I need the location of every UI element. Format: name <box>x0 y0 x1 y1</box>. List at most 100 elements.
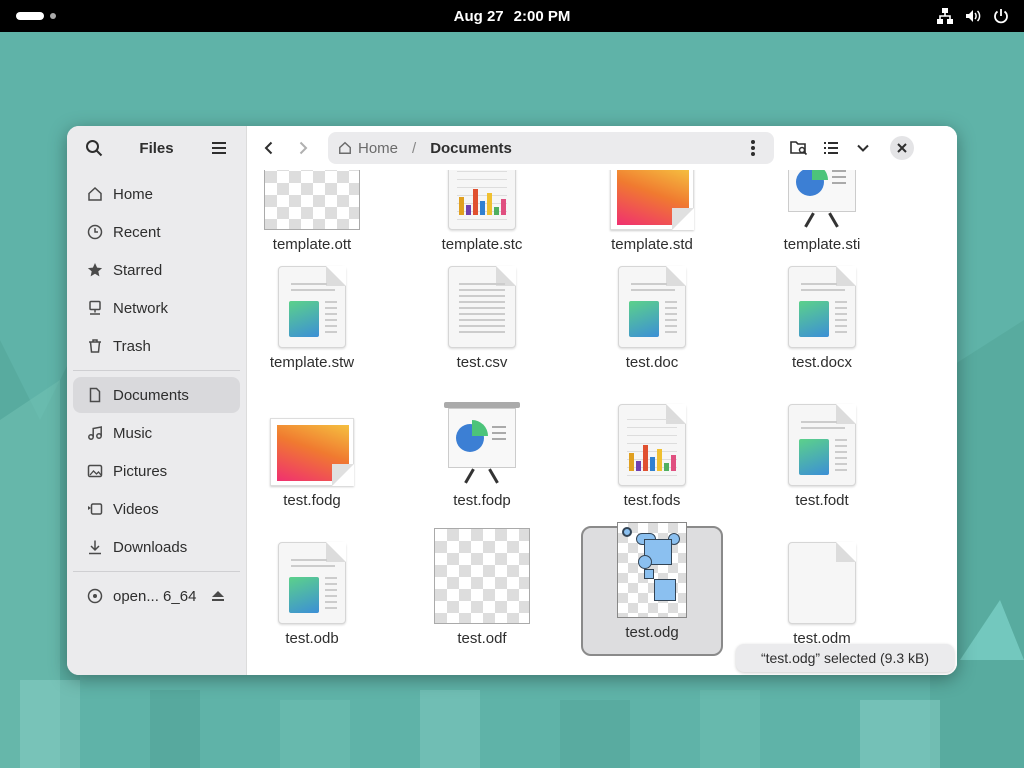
video-icon <box>87 501 103 517</box>
main-menu-button[interactable] <box>204 133 234 163</box>
file-name: test.odg <box>625 624 679 641</box>
view-list-button[interactable] <box>816 133 846 163</box>
home-icon <box>339 141 351 154</box>
close-button[interactable] <box>890 136 914 160</box>
view-options-button[interactable] <box>848 133 878 163</box>
sidebar-item-recent[interactable]: Recent <box>73 214 240 250</box>
file-name: test.fodg <box>283 492 341 509</box>
file-name: template.stc <box>441 236 523 253</box>
sidebar-item-documents[interactable]: Documents <box>73 377 240 413</box>
sidebar-item-label: Network <box>113 299 169 317</box>
file-thumbnail <box>772 534 872 624</box>
breadcrumb-current[interactable]: Documents <box>430 140 512 157</box>
file-name: test.docx <box>791 354 853 371</box>
file-item[interactable]: test.odb <box>248 534 383 664</box>
file-thumbnail <box>602 170 702 230</box>
file-thumbnail <box>772 170 872 230</box>
clock-icon <box>87 224 103 240</box>
file-thumbnail <box>602 522 702 618</box>
file-thumbnail <box>432 396 532 486</box>
sidebar-item-starred[interactable]: Starred <box>73 252 240 288</box>
file-thumbnail <box>772 258 872 348</box>
clock[interactable]: Aug 27 2:00 PM <box>0 0 1024 32</box>
network-icon <box>87 300 103 316</box>
file-item[interactable]: test.fodg <box>248 396 383 526</box>
file-thumbnail <box>262 534 362 624</box>
sidebar-item-label: Downloads <box>113 538 188 556</box>
kebab-icon <box>751 140 755 156</box>
file-name: template.stw <box>269 354 355 371</box>
header-actions <box>784 133 914 163</box>
file-name: test.doc <box>625 354 679 371</box>
selection-status: “test.odg” selected (9.3 kB) <box>736 644 954 672</box>
system-tray[interactable] <box>936 6 1010 26</box>
home-icon <box>87 186 103 202</box>
sidebar-item-label: Starred <box>113 261 163 279</box>
close-icon <box>897 143 907 153</box>
file-item[interactable]: template.ott <box>248 170 383 270</box>
file-item[interactable]: test.doc <box>581 258 723 388</box>
file-thumbnail <box>262 170 362 230</box>
file-name: template.sti <box>783 236 861 253</box>
back-button[interactable] <box>254 133 284 163</box>
path-menu-button[interactable] <box>738 133 768 163</box>
file-name: test.odb <box>285 630 339 647</box>
main-pane: Home / Documents template.ott template.s… <box>248 126 957 675</box>
sidebar-item-label: open... 6_64 <box>113 587 197 605</box>
forward-button[interactable] <box>288 133 318 163</box>
search-button[interactable] <box>79 133 109 163</box>
file-item[interactable]: template.std <box>581 170 723 270</box>
search-icon <box>86 140 103 157</box>
hamburger-icon <box>212 142 226 154</box>
sidebar-header: Files <box>67 126 246 170</box>
volume-icon[interactable] <box>964 6 982 26</box>
sidebar-item-label: Trash <box>113 337 151 355</box>
file-item[interactable]: test.odg <box>581 522 723 656</box>
breadcrumb-separator: / <box>412 139 417 157</box>
sidebar-item-label: Recent <box>113 223 161 241</box>
back-icon <box>264 141 273 155</box>
network-icon[interactable] <box>936 6 954 26</box>
sidebar-item-network[interactable]: Network <box>73 290 240 326</box>
sidebar-item-downloads[interactable]: Downloads <box>73 529 240 565</box>
file-item[interactable]: template.sti <box>751 170 893 270</box>
file-item[interactable]: test.odf <box>411 528 553 664</box>
file-item[interactable]: test.docx <box>751 258 893 388</box>
sidebar-item-disc[interactable]: open... 6_64 <box>73 578 240 614</box>
star-icon <box>87 262 103 278</box>
file-item[interactable]: template.stw <box>248 258 383 388</box>
sidebar-item-label: Documents <box>113 386 189 404</box>
picture-icon <box>87 463 103 479</box>
sidebar-item-trash[interactable]: Trash <box>73 328 240 364</box>
power-icon[interactable] <box>992 6 1010 26</box>
file-thumbnail <box>432 170 532 230</box>
file-thumbnail <box>602 258 702 348</box>
files-window: Files Home Recent Starred Network Trash … <box>67 126 957 675</box>
sidebar-item-label: Home <box>113 185 154 203</box>
file-thumbnail <box>262 396 362 486</box>
sidebar-item-videos[interactable]: Videos <box>73 491 240 527</box>
chevron-down-icon <box>857 144 869 152</box>
sidebar-item-home[interactable]: Home <box>73 176 240 212</box>
search-folder-button[interactable] <box>784 133 814 163</box>
file-item[interactable]: test.fodp <box>411 396 553 526</box>
music-icon <box>87 425 103 441</box>
top-bar: Aug 27 2:00 PM <box>0 0 1024 32</box>
sidebar-item-label: Music <box>113 424 153 442</box>
file-item[interactable]: template.stc <box>411 170 553 270</box>
sidebar-item-music[interactable]: Music <box>73 415 240 451</box>
file-item[interactable]: test.fods <box>581 396 723 526</box>
file-item[interactable]: test.csv <box>411 258 553 388</box>
document-icon <box>87 387 103 403</box>
app-title: Files <box>139 139 174 157</box>
file-item[interactable]: test.fodt <box>751 396 893 526</box>
breadcrumb-home[interactable]: Home <box>338 140 398 157</box>
file-name: test.fodp <box>453 492 511 509</box>
sidebar-item-pictures[interactable]: Pictures <box>73 453 240 489</box>
file-thumbnail <box>262 258 362 348</box>
disc-icon <box>87 588 103 604</box>
eject-icon[interactable] <box>210 588 226 604</box>
file-grid: template.ott template.stc template.std temp… <box>248 170 957 675</box>
clock-time: 2:00 PM <box>513 7 571 25</box>
file-thumbnail <box>432 258 532 348</box>
